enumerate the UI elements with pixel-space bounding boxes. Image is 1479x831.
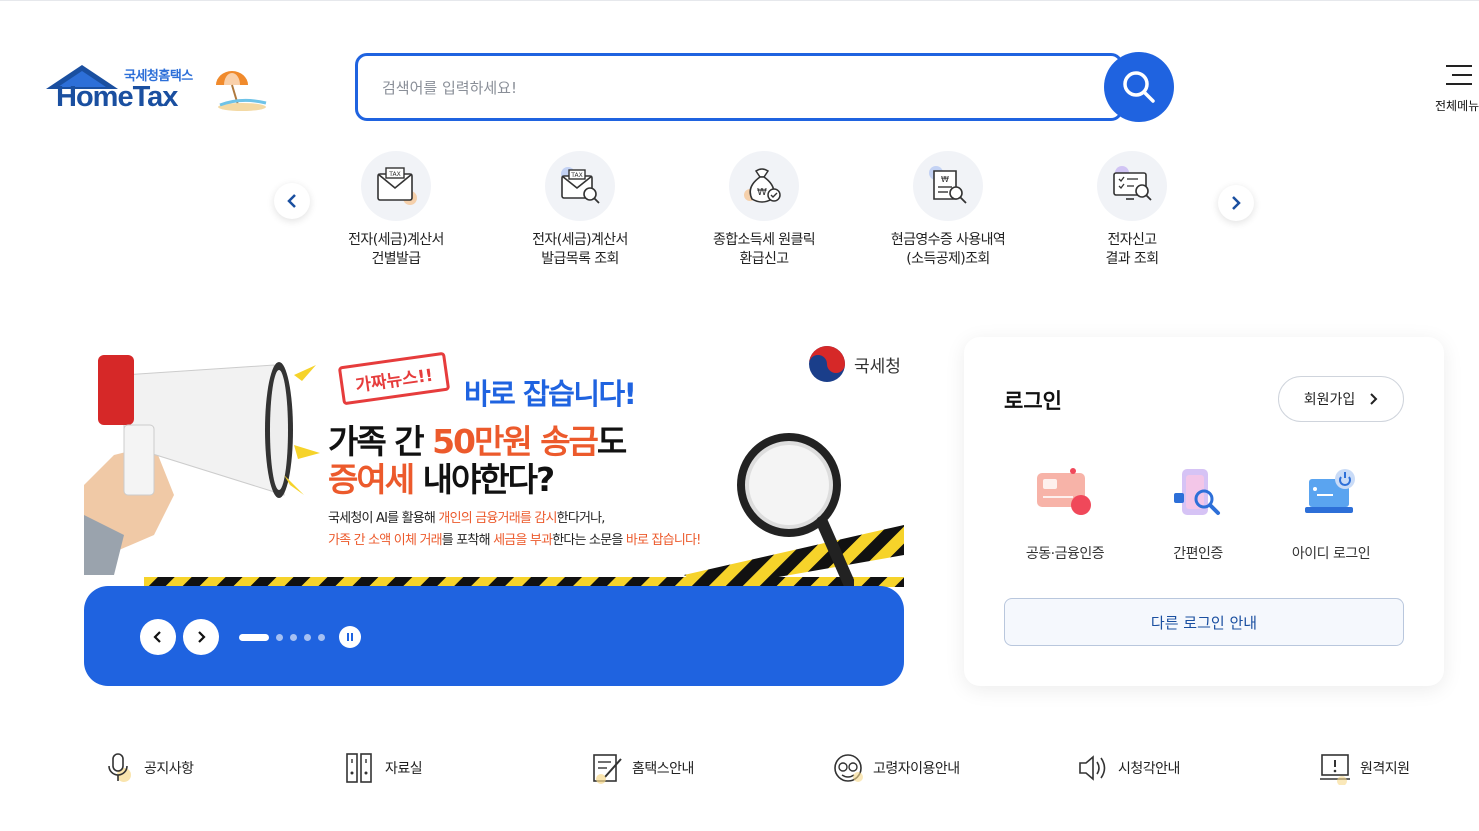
remote-support-label: 원격지원 bbox=[1360, 761, 1410, 777]
search-icon bbox=[1123, 71, 1155, 103]
tax-invoice-search-icon: TAX bbox=[545, 151, 615, 221]
tax-invoice-envelope-icon: TAX bbox=[361, 151, 431, 221]
full-menu-label: 전체메뉴 bbox=[1435, 99, 1479, 113]
quick-menu-item[interactable]: TAX 전자(세금)계산서건별발급 bbox=[311, 151, 481, 269]
banner-slide[interactable]: 국세청 가짜뉴스!! 바로 잡습니다! 가족 간 50만원 송금도 증여세 내야… bbox=[84, 335, 904, 595]
certificate-login-option[interactable]: 공동·금융인증 bbox=[1000, 465, 1130, 563]
quick-menu-label-line2: (소득공제)조회 bbox=[906, 251, 990, 267]
senior-guide-link[interactable]: 고령자이용안내 bbox=[831, 751, 960, 785]
quick-menu-item[interactable]: TAX 전자(세금)계산서발급목록 조회 bbox=[495, 151, 665, 269]
taegeuk-logo-icon bbox=[809, 346, 845, 382]
resources-label: 자료실 bbox=[385, 761, 423, 777]
chevron-left-icon bbox=[153, 631, 161, 643]
banner-next-button[interactable] bbox=[183, 619, 219, 655]
signup-button[interactable]: 회원가입 bbox=[1278, 376, 1404, 422]
svg-text:TAX: TAX bbox=[570, 172, 582, 179]
login-title: 로그인 bbox=[1004, 389, 1062, 413]
full-menu-button[interactable]: 전체메뉴 bbox=[1430, 61, 1479, 117]
svg-text:₩: ₩ bbox=[941, 175, 949, 184]
chevron-right-icon bbox=[198, 631, 206, 643]
hometax-main-page: 국세청홈택스 HomeTax 전체메뉴 bbox=[0, 0, 1479, 831]
chevron-right-icon bbox=[1232, 196, 1241, 210]
audiovisual-guide-link[interactable]: 시청각안내 bbox=[1076, 751, 1180, 785]
magnifier-illustration bbox=[737, 433, 854, 595]
search-box bbox=[355, 53, 1123, 121]
id-login-label: 아이디 로그인 bbox=[1291, 546, 1371, 562]
certificate-card-icon bbox=[1033, 465, 1097, 525]
id-login-option[interactable]: 아이디 로그인 bbox=[1266, 465, 1396, 563]
beach-umbrella-icon bbox=[216, 71, 267, 111]
quick-menu-label-line1: 전자(세금)계산서 bbox=[348, 232, 444, 248]
banner-dot[interactable] bbox=[318, 634, 325, 641]
hometax-logo[interactable]: 국세청홈택스 HomeTax bbox=[44, 59, 274, 119]
nts-agency-mark: 국세청 bbox=[808, 345, 901, 383]
banner-headline-3: 증여세 내야한다? bbox=[328, 460, 555, 499]
hometax-guide-label: 홈택스안내 bbox=[632, 761, 694, 777]
monitor-alert-icon bbox=[1318, 751, 1352, 785]
svg-text:TAX: TAX bbox=[388, 171, 400, 178]
senior-guide-label: 고령자이용안내 bbox=[873, 761, 960, 777]
bookshelf-icon bbox=[343, 751, 377, 785]
phone-search-icon bbox=[1166, 465, 1230, 525]
banner-dot[interactable] bbox=[304, 634, 311, 641]
monitor-checklist-icon bbox=[1097, 151, 1167, 221]
quick-menu-item[interactable]: 전자신고결과 조회 bbox=[1047, 151, 1217, 269]
other-login-guide-button[interactable]: 다른 로그인 안내 bbox=[1004, 598, 1404, 646]
document-pen-icon bbox=[590, 751, 624, 785]
banner-description-1: 국세청이 AI를 활용해 개인의 금융거래를 감시한다거나, bbox=[328, 511, 605, 526]
quick-menu-next-button[interactable] bbox=[1218, 185, 1254, 221]
quick-menu-label-line2: 건별발급 bbox=[371, 251, 421, 267]
certificate-login-label: 공동·금융인증 bbox=[1025, 546, 1105, 562]
hometax-guide-link[interactable]: 홈택스안내 bbox=[590, 751, 694, 785]
money-bag-refund-icon: ₩ bbox=[729, 151, 799, 221]
quick-menu-label-line1: 전자신고 bbox=[1107, 232, 1157, 248]
audiovisual-guide-label: 시청각안내 bbox=[1118, 761, 1180, 777]
quick-menu-item[interactable]: ₩ 현금영수증 사용내역 (소득공제)조회 bbox=[863, 151, 1033, 269]
banner-dot[interactable] bbox=[276, 634, 283, 641]
quick-menu-label-line2: 결과 조회 bbox=[1105, 251, 1160, 267]
simple-auth-option[interactable]: 간편인증 bbox=[1133, 465, 1263, 563]
chevron-right-icon bbox=[1370, 393, 1378, 405]
senior-face-icon bbox=[831, 751, 865, 785]
promo-banner: 국세청 가짜뉴스!! 바로 잡습니다! 가족 간 50만원 송금도 증여세 내야… bbox=[84, 335, 904, 686]
banner-description-2: 가족 간 소액 이체 거래를 포착해 세금을 부과한다는 소문을 바로 잡습니다… bbox=[328, 533, 701, 548]
banner-prev-button[interactable] bbox=[140, 619, 176, 655]
svg-text:₩: ₩ bbox=[757, 187, 767, 198]
signup-label: 회원가입 bbox=[1303, 392, 1356, 408]
quick-menu-label-line2: 환급신고 bbox=[739, 251, 789, 267]
search-input[interactable] bbox=[382, 74, 1082, 102]
banner-pause-button[interactable] bbox=[339, 626, 361, 648]
receipt-search-icon: ₩ bbox=[913, 151, 983, 221]
agency-name: 국세청 bbox=[854, 356, 901, 377]
microphone-icon bbox=[102, 751, 136, 785]
hamburger-icon bbox=[1446, 65, 1472, 92]
chevron-left-icon bbox=[287, 194, 296, 208]
laptop-power-icon bbox=[1299, 465, 1363, 525]
quick-menu-label-line1: 종합소득세 원클릭 bbox=[712, 232, 816, 248]
banner-dot-active[interactable] bbox=[239, 634, 269, 641]
notice-label: 공지사항 bbox=[144, 761, 194, 777]
quick-menu-label-line1: 전자(세금)계산서 bbox=[532, 232, 628, 248]
quick-menu-label-line2: 발급목록 조회 bbox=[541, 251, 619, 267]
remote-support-link[interactable]: 원격지원 bbox=[1318, 751, 1410, 785]
search-button[interactable] bbox=[1104, 52, 1174, 122]
quick-menu-item[interactable]: ₩ 종합소득세 원클릭환급신고 bbox=[679, 151, 849, 269]
quick-menu-prev-button[interactable] bbox=[274, 183, 310, 219]
fake-news-tag: 가짜뉴스!! bbox=[337, 351, 451, 406]
notice-link[interactable]: 공지사항 bbox=[102, 751, 194, 785]
banner-pagination bbox=[239, 634, 325, 641]
banner-dot[interactable] bbox=[290, 634, 297, 641]
resources-link[interactable]: 자료실 bbox=[343, 751, 423, 785]
logo-title: HomeTax bbox=[56, 81, 178, 113]
login-panel: 로그인 회원가입 공동·금융인증 간편인증 아이디 로그인 다른 로그인 안내 bbox=[964, 337, 1444, 686]
simple-auth-label: 간편인증 bbox=[1173, 546, 1223, 562]
speaker-icon bbox=[1076, 751, 1110, 785]
quick-menu-label-line1: 현금영수증 사용내역 bbox=[890, 232, 1006, 248]
banner-headline-1: 바로 잡습니다! bbox=[464, 377, 637, 411]
